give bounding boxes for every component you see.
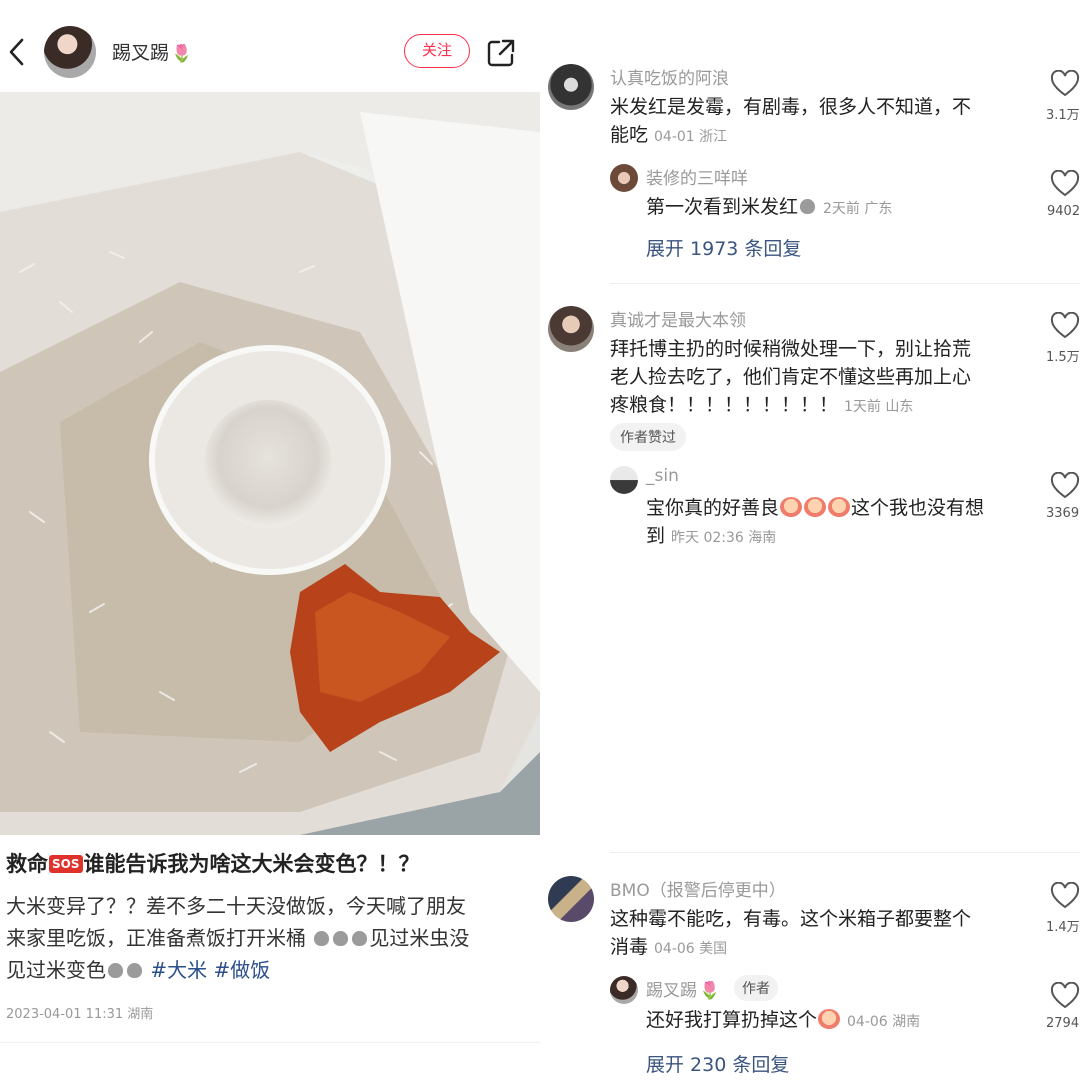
comments-panel: 认真吃饭的阿浪 米发红是发霉，有剧毒，很多人不知道，不 能吃 04-01 浙江 3… — [540, 0, 1080, 1084]
poop-emoji-icon — [800, 199, 816, 214]
post-panel: 踢叉踢 🌷 关注 救命 SOS 谁能告诉我为啥这大米会变色？！？ 大米变异了？？… — [0, 0, 540, 1084]
author-name-text: 踢叉踢 — [112, 42, 170, 64]
poop-emoji-icon — [108, 963, 123, 978]
post-date: 2023-04-01 11:31 湖南 — [6, 1007, 154, 1022]
comment-meta: 昨天 02:36 海南 — [671, 530, 777, 546]
hashtag-cooking[interactable]: #做饭 — [213, 958, 270, 982]
crying-face-icon — [828, 497, 851, 517]
like-count: 3.1万 — [1046, 108, 1080, 123]
comment-text: 还好我打算扔掉这个 04-06 湖南 — [646, 1006, 1026, 1036]
crying-face-icon — [780, 497, 803, 517]
divider — [610, 852, 1080, 853]
comment-meta: 04-06 湖南 — [847, 1014, 921, 1030]
comment-text-line: 这个我也没有想 — [851, 497, 985, 519]
expand-replies-link[interactable]: 展开 1973 条回复 — [646, 234, 801, 261]
commenter-name[interactable]: 认真吃饭的阿浪 — [610, 64, 729, 89]
comment-text-line: 还好我打算扔掉这个 — [646, 1009, 818, 1031]
heart-icon[interactable] — [1050, 982, 1080, 1010]
crying-face-icon — [818, 1009, 841, 1029]
like-count: 1.4万 — [1046, 920, 1080, 935]
divider — [610, 283, 1080, 284]
post-body-line2: 来家里吃饭，正准备煮饭打开米桶 — [6, 926, 306, 950]
heart-icon[interactable] — [1050, 472, 1080, 500]
commenter-avatar[interactable] — [548, 64, 594, 110]
heart-icon[interactable] — [1050, 882, 1080, 910]
sos-icon: SOS — [49, 855, 83, 873]
author-name[interactable]: 踢叉踢 🌷 — [112, 38, 192, 65]
post-header: 踢叉踢 🌷 关注 — [0, 0, 540, 92]
post-body-line3: 见过米变色 — [6, 958, 106, 982]
commenter-avatar[interactable] — [610, 466, 638, 494]
hashtag-rice[interactable]: #大米 — [150, 958, 207, 982]
like-count: 9402 — [1047, 204, 1080, 219]
commenter-avatar[interactable] — [610, 976, 638, 1004]
post-title: 救命 SOS 谁能告诉我为啥这大米会变色？！？ — [6, 848, 536, 878]
post-title-pre: 救命 — [6, 852, 48, 876]
post-body-line1: 大米变异了？？差不多二十天没做饭，今天喊了朋友 — [6, 894, 466, 918]
heart-icon[interactable] — [1050, 70, 1080, 98]
comment-text-line: 拜托博主扔的时候稍微处理一下，别让拾荒 — [610, 338, 972, 360]
follow-button[interactable]: 关注 — [404, 34, 470, 68]
comment-text-line: 第一次看到米发红 — [646, 196, 799, 218]
author-avatar[interactable] — [44, 26, 96, 78]
comment-meta: 2天前 广东 — [823, 201, 893, 217]
commenter-name[interactable]: _sin — [646, 466, 679, 486]
commenter-avatar[interactable] — [548, 876, 594, 922]
comment-text: 米发红是发霉，有剧毒，很多人不知道，不 能吃 04-01 浙江 — [610, 93, 1010, 151]
commenter-name[interactable]: BMO（报警后停更中） — [610, 876, 786, 901]
comment-text-line: 米发红是发霉，有剧毒，很多人不知道，不 — [610, 96, 972, 118]
commenter-avatar[interactable] — [548, 306, 594, 352]
comment-text-line: 疼粮食！！！！！！！！！ — [610, 394, 839, 416]
comment-text: 拜托博主扔的时候稍微处理一下，别让拾荒 老人捡去吃了，他们肯定不懂这些再加上心 … — [610, 335, 1030, 421]
tulip-icon: 🌷 — [171, 44, 193, 64]
post-title-post: 谁能告诉我为啥这大米会变色？！？ — [83, 852, 420, 876]
poop-emoji-icon — [127, 963, 142, 978]
comment-text: 第一次看到米发红 2天前 广东 — [646, 193, 1026, 223]
heart-icon[interactable] — [1050, 170, 1080, 198]
poop-emoji-icon — [314, 931, 330, 946]
like-count: 2794 — [1046, 1016, 1080, 1031]
tulip-icon: 🌷 — [699, 981, 721, 1001]
commenter-name[interactable]: 真诚才是最大本领 — [610, 306, 746, 331]
commenter-avatar[interactable] — [610, 164, 638, 192]
poop-emoji-icon — [333, 931, 349, 946]
comment-text: 宝你真的好善良 这个我也没有想 到昨天 02:36 海南 — [646, 494, 1026, 552]
chevron-left-icon[interactable] — [6, 36, 28, 68]
comment-text-line: 到 — [646, 525, 666, 547]
comment-text-line: 宝你真的好善良 — [646, 497, 780, 519]
commenter-name[interactable]: 踢叉踢 🌷 — [646, 976, 720, 1001]
commenter-name[interactable]: 装修的三咩咩 — [646, 164, 748, 189]
comment-text-line: 能吃 — [610, 124, 649, 146]
comment-text-line: 老人捡去吃了，他们肯定不懂这些再加上心 — [610, 366, 972, 388]
poop-emoji-icon — [352, 931, 368, 946]
comment-text-line: 消毒 — [610, 936, 649, 958]
post-body: 大米变异了？？差不多二十天没做饭，今天喊了朋友 来家里吃饭，正准备煮饭打开米桶 … — [6, 890, 531, 986]
share-icon[interactable] — [486, 38, 516, 68]
comment-meta: 1天前 山东 — [844, 399, 914, 415]
author-liked-badge: 作者赞过 — [610, 423, 686, 451]
comment-meta: 04-01 浙江 — [654, 129, 728, 145]
comment-text: 这种霉不能吃，有毒。这个米箱子都要整个 消毒 04-06 美国 — [610, 905, 1030, 963]
author-badge: 作者 — [734, 975, 778, 1001]
post-body-line2b: 见过米虫没 — [369, 926, 470, 950]
comment-text-line: 这种霉不能吃，有毒。这个米箱子都要整个 — [610, 908, 972, 930]
like-count: 1.5万 — [1046, 350, 1080, 365]
commenter-name-text: 踢叉踢 — [646, 981, 697, 1001]
like-count: 3369 — [1046, 506, 1080, 521]
divider — [0, 1042, 540, 1043]
crying-face-icon — [804, 497, 827, 517]
rice-bin-photo[interactable] — [0, 92, 540, 835]
heart-icon[interactable] — [1050, 312, 1080, 340]
comment-meta: 04-06 美国 — [654, 941, 728, 957]
expand-replies-link[interactable]: 展开 230 条回复 — [646, 1050, 789, 1077]
